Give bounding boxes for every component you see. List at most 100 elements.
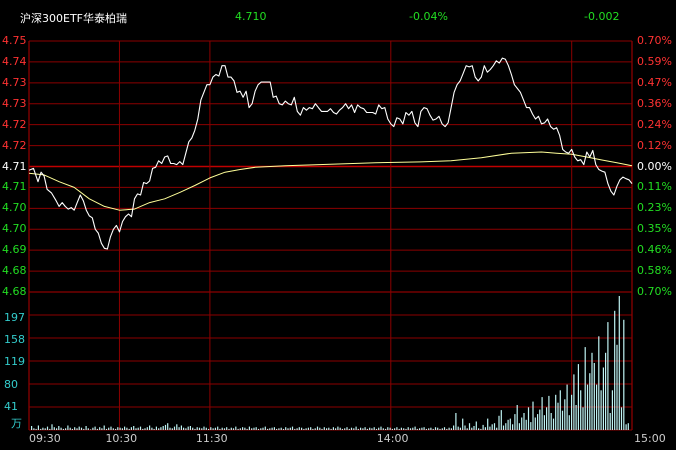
volume-bar (571, 394, 573, 430)
volume-bar (153, 428, 155, 430)
volume-bar (586, 384, 589, 430)
volume-bar (364, 427, 366, 430)
volume-bar (389, 427, 391, 430)
volume-bar (455, 413, 457, 430)
price-tick-label: 4.71 (2, 180, 27, 194)
volume-bar (194, 428, 196, 430)
volume-bar (371, 428, 373, 430)
percent-tick-label: 0.11% (637, 180, 672, 194)
volume-bar (40, 428, 42, 430)
percent-tick-label: 0.00% (637, 159, 672, 173)
volume-bar (350, 427, 353, 430)
volume-bar (33, 428, 35, 430)
volume-bar (171, 428, 173, 430)
volume-bar (607, 322, 609, 430)
volume-bar (60, 427, 62, 430)
volume-bar (115, 428, 117, 430)
price-tick-label: 4.72 (2, 138, 27, 152)
volume-bar (505, 423, 507, 430)
volume-bar (566, 384, 568, 430)
volume-bar (251, 428, 253, 430)
volume-bar (437, 427, 439, 430)
volume-bar (273, 427, 275, 430)
volume-tick-label: 197 (4, 311, 25, 325)
volume-bar (337, 426, 339, 430)
volume-bar (500, 410, 502, 430)
percent-tick-label: 0.58% (637, 264, 672, 278)
volume-bar (382, 428, 384, 430)
volume-bar (162, 426, 164, 430)
volume-bar (242, 427, 244, 430)
volume-bar (512, 424, 514, 430)
volume-bar (35, 428, 37, 430)
volume-bar (110, 426, 112, 430)
volume-bar (378, 427, 380, 430)
volume-bar (398, 428, 400, 430)
volume-bar (432, 428, 434, 430)
percent-tick-label: 0.47% (637, 75, 672, 89)
price-tick-label: 4.74 (2, 54, 27, 68)
volume-bar (602, 367, 604, 430)
volume-bar (439, 428, 441, 430)
volume-bar (124, 426, 126, 430)
volume-bar (548, 395, 550, 430)
volume-bar (94, 426, 96, 430)
volume-bar (201, 428, 203, 430)
volume-bar (244, 427, 246, 430)
volume-bar (416, 428, 418, 430)
volume-bar (49, 428, 51, 430)
volume-bar (296, 428, 298, 430)
volume-bar (248, 426, 250, 430)
volume-bar (409, 428, 412, 430)
volume-bar (480, 428, 482, 430)
volume-bar (232, 428, 235, 430)
volume-bar (498, 415, 500, 430)
volume-bar (369, 427, 371, 430)
volume-bar (92, 427, 94, 430)
volume-bar (280, 427, 282, 430)
volume-bar (496, 427, 498, 430)
volume-bar (357, 428, 359, 430)
volume-bar (267, 428, 269, 430)
volume-bar (475, 421, 477, 430)
volume-bar (462, 418, 464, 430)
time-tick-label: 09:30 (29, 432, 61, 445)
volume-bar (623, 319, 625, 430)
volume-bar (312, 428, 314, 430)
volume-bar (541, 397, 543, 430)
volume-bar (335, 428, 337, 430)
volume-bar (187, 426, 189, 430)
volume-bar (83, 428, 85, 430)
price-tick-label: 4.71 (2, 159, 27, 173)
volume-bar (326, 428, 328, 430)
volume-bar (319, 427, 321, 430)
volume-bar (137, 427, 139, 430)
volume-bar (271, 427, 273, 430)
volume-bar (514, 414, 516, 430)
volume-bar (625, 424, 627, 430)
volume-bar (276, 428, 278, 430)
volume-bar (564, 399, 566, 430)
volume-bar (346, 427, 348, 430)
volume-bar (555, 394, 557, 430)
volume-bar (609, 413, 611, 430)
volume-bar (208, 428, 210, 430)
price-tick-label: 4.72 (2, 117, 27, 131)
volume-bar (228, 428, 230, 430)
volume-bar (262, 427, 264, 430)
volume-bar (298, 427, 300, 430)
volume-bar (405, 428, 407, 430)
volume-bar (189, 426, 191, 430)
volume-bar (192, 427, 194, 430)
volume-bar (212, 428, 214, 430)
volume-bar (205, 427, 207, 430)
volume-bar (285, 427, 287, 430)
volume-bar (294, 428, 296, 430)
volume-bar (230, 427, 232, 430)
volume-bar (330, 428, 332, 430)
volume-bar (219, 428, 221, 430)
price-tick-label: 4.70 (2, 201, 27, 215)
percent-tick-label: 0.46% (637, 243, 672, 257)
percent-tick-label: 0.24% (637, 117, 672, 131)
volume-bar (482, 424, 484, 430)
